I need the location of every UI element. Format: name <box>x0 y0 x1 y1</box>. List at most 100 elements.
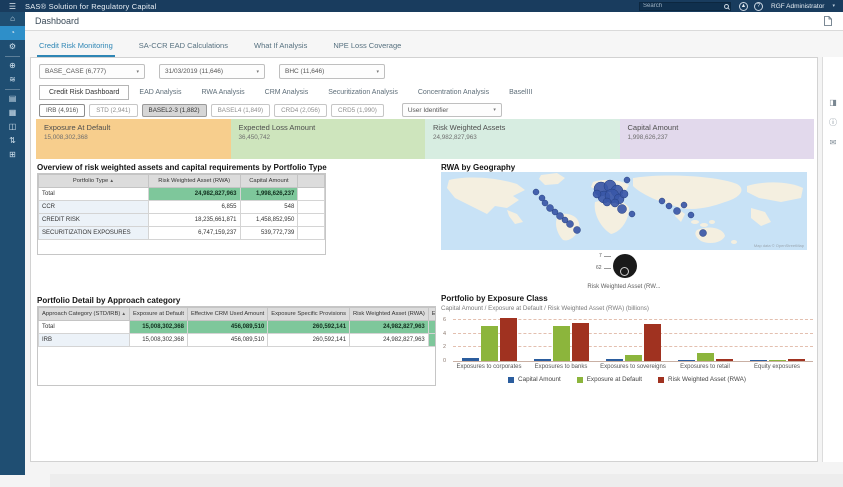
sidebar-item-environment[interactable]: ⊞ <box>0 148 25 162</box>
map-bubble[interactable] <box>617 204 627 214</box>
cell: 260,592,141 <box>267 320 351 334</box>
main-tab-bar: Credit Risk Monitoring SA-CCR EAD Calcula… <box>25 31 843 57</box>
workspace-tab-bar: Credit Risk Dashboard EAD Analysis RWA Ana… <box>39 85 542 100</box>
search-input[interactable] <box>643 3 722 9</box>
table-row[interactable]: SECURITIZATION EXPOSURES 6,747,159,237 539… <box>38 226 325 240</box>
bar-risk-weighted-asset-rwa[interactable] <box>643 323 661 361</box>
collapse-panel-icon[interactable]: ◨ <box>829 99 837 107</box>
bar-exposure-at-default[interactable] <box>552 326 570 361</box>
info-icon[interactable]: ⓘ <box>829 119 837 127</box>
bar-risk-weighted-asset-rwa[interactable] <box>715 358 733 361</box>
apps-icon[interactable]: ▲ <box>739 1 749 11</box>
tab-sa-ccr-ead-calculations[interactable]: SA-CCR EAD Calculations <box>137 37 230 57</box>
map-bubble[interactable] <box>699 229 707 237</box>
table-row[interactable]: CCR 6,855 548 <box>38 200 325 214</box>
toggle-std-2-941[interactable]: STD (2,941) <box>89 103 138 117</box>
hamburger-menu-icon[interactable]: ☰ <box>0 2 25 11</box>
table-row[interactable]: Total 15,008,302,368 456,089,510 260,592,14… <box>38 320 435 334</box>
bar-risk-weighted-asset-rwa[interactable] <box>787 359 805 361</box>
search-box[interactable] <box>639 1 732 11</box>
search-icon[interactable] <box>724 3 730 9</box>
filter-dropdown-0[interactable]: BASE_CASE (6,777) ▾ <box>39 64 145 79</box>
map-bubble[interactable] <box>658 197 666 205</box>
rwa-geography-map[interactable]: Map data © OpenStreetMap <box>441 172 807 250</box>
tab-credit-risk-monitoring[interactable]: Credit Risk Monitoring <box>37 37 115 57</box>
legend-max-label: 7 <box>599 253 602 259</box>
map-bubble[interactable] <box>665 202 673 210</box>
toggle-crd4-2-056[interactable]: CRD4 (2,056) <box>274 103 327 117</box>
bar-exposure-at-default[interactable] <box>624 355 642 361</box>
sidebar-item-reports[interactable]: ◫ <box>0 120 25 134</box>
geo-map-title: RWA by Geography <box>441 163 516 172</box>
sidebar-item-dashboard[interactable]: ◔ <box>0 26 25 40</box>
help-icon[interactable]: ? <box>754 1 764 11</box>
sidebar-item-settings[interactable]: ⚙ <box>0 40 25 54</box>
sidebar-item-explore[interactable]: ⊕ <box>0 59 25 73</box>
bar-capital-amount[interactable] <box>461 358 479 361</box>
filter-dropdown-2[interactable]: BHC (11,646) ▾ <box>279 64 385 79</box>
sidebar-item-analytics[interactable]: ≋ <box>0 73 25 87</box>
subtab-securitization-analysis[interactable]: Securitization Analysis <box>318 85 408 100</box>
map-bubble[interactable] <box>619 189 629 199</box>
bar-risk-weighted-asset-rwa[interactable] <box>499 318 517 361</box>
toggle-basel2-3-1-882[interactable]: BASEL2-3 (1,882) <box>141 103 207 117</box>
chevron-down-icon[interactable]: ▾ <box>832 3 835 9</box>
sidebar-item-data[interactable]: ▦ <box>0 106 25 120</box>
map-bubble[interactable] <box>610 198 620 208</box>
user-identifier-dropdown[interactable]: User Identifier ▾ <box>401 103 502 117</box>
cell: 1,458,852,950 <box>239 213 299 227</box>
map-bubble[interactable] <box>623 176 631 184</box>
map-bubble[interactable] <box>687 211 695 219</box>
map-bubble[interactable] <box>541 199 549 207</box>
user-menu[interactable]: RGF Administrator <box>771 3 824 10</box>
map-bubble[interactable] <box>628 210 636 218</box>
bar-capital-amount[interactable] <box>533 358 551 361</box>
tab-what-if-analysis[interactable]: What If Analysis <box>252 37 309 57</box>
toggle-crd5-1-990[interactable]: CRD5 (1,990) <box>330 103 384 117</box>
bar-capital-amount[interactable] <box>749 360 767 361</box>
bar-exposure-at-default[interactable] <box>480 325 498 361</box>
bar-capital-amount[interactable] <box>605 358 623 361</box>
map-bubble[interactable] <box>532 188 540 196</box>
report-icon[interactable] <box>823 15 833 27</box>
chevron-down-icon: ▾ <box>256 68 259 75</box>
sort-ascending-icon[interactable]: ▲ <box>108 178 113 183</box>
subtab-ead-analysis[interactable]: EAD Analysis <box>129 85 191 100</box>
tab-npe-loss-coverage[interactable]: NPE Loss Coverage <box>331 37 403 57</box>
page-header: Dashboard <box>25 12 843 31</box>
legend-item-exposure-at-default: Exposure at Default <box>576 376 642 383</box>
table-row[interactable]: CREDIT RISK 18,235,661,871 1,458,852,950 <box>38 213 325 227</box>
bar-capital-amount[interactable] <box>677 360 695 361</box>
bar-exposure-at-default[interactable] <box>768 360 786 361</box>
subtab-credit-risk-dashboard[interactable]: Credit Risk Dashboard <box>39 85 130 100</box>
toggle-irb-4-916[interactable]: IRB (4,916) <box>39 103 86 117</box>
bar-exposure-at-default[interactable] <box>696 353 714 361</box>
dropdown-value: 31/03/2019 (11,646) <box>165 68 224 75</box>
main-area: Dashboard Credit Risk Monitoring SA-CCR E… <box>25 12 843 487</box>
bar-risk-weighted-asset-rwa[interactable] <box>571 322 589 361</box>
comment-icon[interactable]: ✉ <box>830 139 837 147</box>
sort-ascending-icon[interactable]: ▲ <box>120 311 126 316</box>
column-header-exposure-specific-provisions: Exposure Specific Provisions <box>267 307 351 321</box>
map-bubble[interactable] <box>602 197 612 207</box>
sidebar-item-home[interactable]: ⌂ <box>0 12 25 26</box>
map-bubble[interactable] <box>673 207 681 215</box>
map-bubble[interactable] <box>680 201 688 209</box>
subtab-baseliii[interactable]: BaselIII <box>499 85 542 100</box>
subtab-concentration-analysis[interactable]: Concentration Analysis <box>408 85 499 100</box>
subtab-rwa-analysis[interactable]: RWA Analysis <box>191 85 254 100</box>
subtab-crm-analysis[interactable]: CRM Analysis <box>255 85 319 100</box>
sidebar-item-transfer[interactable]: ⇅ <box>0 134 25 148</box>
filter-dropdown-1[interactable]: 31/03/2019 (11,646) ▾ <box>159 64 265 79</box>
map-bubble[interactable] <box>592 189 602 199</box>
table-row[interactable]: IRB 15,008,302,368 456,089,510 260,592,141 2… <box>38 333 435 347</box>
left-sidebar: ⌂ ◔ ⚙ ⊕ ≋ ▤ ▦ ◫ ⇅ ⊞ <box>0 12 25 475</box>
table-row[interactable]: Total 24,982,827,963 1,998,626,237 <box>38 187 325 201</box>
cell: 36,450,742 <box>427 320 435 334</box>
dropdown-value: BHC (11,646) <box>285 68 325 75</box>
sidebar-item-programs[interactable]: ▤ <box>0 92 25 106</box>
toggle-basel4-1-849[interactable]: BASEL4 (1,849) <box>210 103 271 117</box>
map-bubble[interactable] <box>566 220 574 228</box>
legend-item-capital-amount: Capital Amount <box>508 376 561 383</box>
map-bubble[interactable] <box>573 226 581 234</box>
